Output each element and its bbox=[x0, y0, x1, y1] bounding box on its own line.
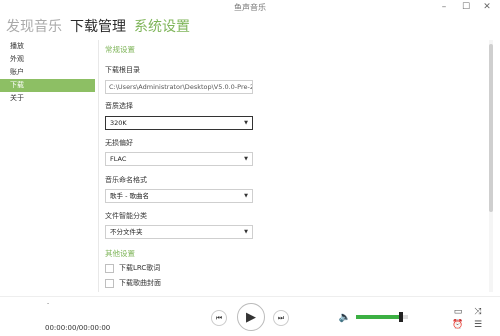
minimize-icon[interactable]: – bbox=[438, 2, 450, 12]
volume-icon[interactable]: 🔈 bbox=[339, 310, 351, 324]
cover-checkbox[interactable] bbox=[105, 278, 114, 288]
lrc-checkbox[interactable] bbox=[105, 263, 114, 273]
chevron-down-icon: ▼ bbox=[244, 120, 248, 126]
classify-label: 文件智能分类 bbox=[105, 212, 147, 220]
play-icon: ▶ bbox=[246, 309, 256, 325]
tab-system-settings[interactable]: 系统设置 bbox=[134, 17, 190, 39]
general-settings-title: 常规设置 bbox=[105, 45, 135, 54]
maximize-icon[interactable]: ☐ bbox=[460, 2, 472, 12]
tab-discover-music[interactable]: 发现音乐 bbox=[6, 17, 62, 39]
next-button[interactable]: ⏭ bbox=[273, 310, 289, 326]
title-bar: 鱼声音乐 – ☐ ✕ bbox=[0, 0, 500, 14]
cover-option[interactable]: 下载歌曲封面 bbox=[105, 278, 161, 288]
lossless-label: 无损偏好 bbox=[105, 139, 133, 147]
sidebar-item-appearance[interactable]: 外观 bbox=[0, 53, 95, 66]
quality-select[interactable]: 320K ▼ bbox=[105, 116, 253, 130]
sidebar-item-playback[interactable]: 播放 bbox=[0, 40, 95, 53]
app-title: 鱼声音乐 bbox=[234, 3, 266, 12]
download-dir-label: 下载根目录 bbox=[105, 66, 140, 74]
shuffle-icon[interactable]: ⤨ bbox=[472, 307, 484, 318]
cover-label: 下载歌曲封面 bbox=[119, 279, 161, 287]
scrollbar-thumb[interactable] bbox=[489, 44, 493, 212]
next-icon: ⏭ bbox=[277, 313, 285, 322]
play-button[interactable]: ▶ bbox=[237, 303, 265, 331]
volume-slider[interactable] bbox=[356, 312, 408, 322]
naming-format-label: 音乐命名格式 bbox=[105, 176, 147, 184]
tab-download-management[interactable]: 下载管理 bbox=[70, 17, 126, 39]
lrc-label: 下载LRC歌词 bbox=[119, 264, 161, 272]
prev-button[interactable]: ⏮ bbox=[211, 310, 227, 326]
chevron-down-icon: ▼ bbox=[244, 229, 248, 235]
download-dir-field[interactable]: C:\Users\Administrator\Desktop\V5.0.0-Pr… bbox=[105, 80, 253, 94]
other-settings-title: 其他设置 bbox=[105, 249, 135, 258]
lrc-option[interactable]: 下载LRC歌词 bbox=[105, 263, 160, 273]
settings-sidebar: 播放 外观 账户 下载 关于 bbox=[0, 40, 95, 105]
sidebar-divider bbox=[98, 40, 99, 292]
chevron-down-icon: ▼ bbox=[244, 193, 248, 199]
timer-icon[interactable]: ⏰ bbox=[452, 320, 464, 331]
naming-format-select[interactable]: 歌手 - 歌曲名 ▼ bbox=[105, 189, 253, 203]
chevron-down-icon: ▼ bbox=[244, 156, 248, 162]
playback-time: 00:00:00/00:00:00 bbox=[45, 324, 111, 332]
sidebar-item-about[interactable]: 关于 bbox=[0, 92, 95, 105]
prev-icon: ⏮ bbox=[215, 313, 223, 322]
close-icon[interactable]: ✕ bbox=[481, 2, 493, 12]
naming-format-select-value: 歌手 - 歌曲名 bbox=[110, 192, 149, 200]
mini-window-icon[interactable]: ▭ bbox=[452, 307, 464, 318]
volume-handle[interactable] bbox=[398, 312, 403, 322]
lossless-select-value: FLAC bbox=[110, 155, 127, 163]
lossless-select[interactable]: FLAC ▼ bbox=[105, 152, 253, 166]
equalizer-icon[interactable]: ☰ bbox=[472, 320, 484, 331]
song-title: - bbox=[47, 300, 50, 307]
quality-select-value: 320K bbox=[110, 119, 127, 127]
quality-label: 音质选择 bbox=[105, 102, 133, 110]
classify-select[interactable]: 不分文件夹 ▼ bbox=[105, 225, 253, 239]
volume-fill bbox=[356, 315, 401, 319]
sidebar-item-account[interactable]: 账户 bbox=[0, 66, 95, 79]
classify-select-value: 不分文件夹 bbox=[110, 228, 143, 236]
main-tabs: 发现音乐 下载管理 系统设置 bbox=[6, 17, 190, 39]
sidebar-item-download[interactable]: 下载 bbox=[0, 79, 95, 92]
